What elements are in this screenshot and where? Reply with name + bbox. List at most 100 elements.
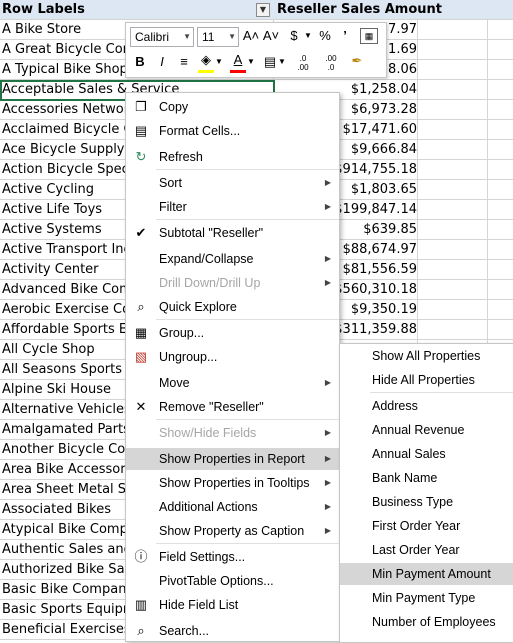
font-color-icon[interactable]: A (230, 51, 246, 69)
value-header[interactable]: Reseller Sales Amount (277, 1, 442, 19)
menu-item[interactable]: Sort ▶ (126, 172, 339, 194)
menu-item-label: Search... (159, 624, 210, 638)
menu-item[interactable]: ▧ Ungroup... (126, 346, 339, 368)
font-size-combo[interactable]: 11 ▼ (197, 27, 239, 47)
submenu-item-label: Show All Properties (372, 349, 481, 363)
format-painter-icon[interactable]: ✒ (348, 52, 366, 70)
menu-item[interactable]: PivotTable Options... (126, 570, 339, 592)
percent-button[interactable]: % (316, 27, 334, 45)
menu-item[interactable]: ❐ Copy (126, 96, 339, 118)
menu-separator (156, 319, 339, 320)
menu-item-label: Quick Explore (159, 300, 237, 314)
submenu-item[interactable]: Hide All Properties (340, 369, 513, 391)
submenu-item[interactable]: Min Payment Amount (340, 563, 513, 585)
italic-button[interactable]: I (154, 53, 170, 71)
submenu-arrow-icon: ▶ (324, 178, 331, 187)
submenu-item-label: Annual Sales (372, 447, 446, 461)
quick-explore-icon: ⌕ (137, 299, 145, 314)
fill-color-swatch (198, 70, 214, 73)
borders-icon[interactable]: ▤ (262, 53, 278, 71)
row-labels-header[interactable]: Row Labels (2, 1, 272, 19)
ungroup-icon: ▧ (134, 349, 148, 364)
menu-item[interactable]: ✕ Remove "Reseller" (126, 396, 339, 418)
menu-item-label: PivotTable Options... (159, 574, 274, 588)
menu-item[interactable]: Show Properties in Tooltips ▶ (126, 472, 339, 494)
menu-item-label: Show Property as Caption (159, 524, 305, 538)
menu-item[interactable]: ▤ Format Cells... (126, 120, 339, 142)
field-settings-icon: ⓘ (134, 549, 148, 564)
submenu-item-label: Bank Name (372, 471, 438, 485)
menu-item-label: Drill Down/Drill Up (159, 276, 261, 290)
chevron-down-icon[interactable]: ▼ (278, 53, 286, 71)
submenu-item[interactable]: Min Payment Type (340, 587, 513, 609)
chevron-down-icon[interactable]: ▼ (304, 27, 312, 45)
menu-item-label: Move (159, 376, 190, 390)
menu-item[interactable]: Filter ▶ (126, 196, 339, 218)
submenu-item[interactable]: Number of Employees (340, 611, 513, 633)
increase-decimal-icon[interactable]: .0.00 (290, 54, 316, 72)
menu-item-label: Sort (159, 176, 182, 190)
filter-dropdown-icon[interactable]: ▼ (256, 3, 270, 17)
menu-item[interactable]: ⓘ Field Settings... (126, 546, 339, 568)
submenu-arrow-icon: ▶ (324, 526, 331, 535)
menu-separator (156, 219, 339, 220)
shrink-font-button[interactable]: A˅ (262, 27, 280, 45)
submenu-item[interactable]: Annual Revenue (340, 419, 513, 441)
menu-item-label: Field Settings... (159, 550, 246, 564)
currency-button[interactable]: $ (284, 27, 304, 45)
font-color-swatch (230, 70, 246, 73)
menu-item-label: Format Cells... (159, 124, 241, 138)
menu-item[interactable]: ▦ Group... (126, 322, 339, 344)
submenu-arrow-icon: ▶ (324, 378, 331, 387)
submenu-item[interactable]: First Order Year (340, 515, 513, 537)
menu-item-label: Remove "Reseller" (159, 400, 264, 414)
copy-icon: ❐ (135, 99, 147, 114)
submenu-item[interactable]: Show All Properties (340, 345, 513, 367)
submenu-item[interactable]: Bank Name (340, 467, 513, 489)
chevron-down-icon[interactable]: ▼ (215, 53, 223, 71)
menu-item-label: Copy (159, 100, 189, 114)
submenu-arrow-icon: ▶ (324, 278, 331, 287)
grow-font-button[interactable]: A˄ (242, 27, 260, 45)
menu-item[interactable]: Show/Hide Fields ▶ (126, 422, 339, 444)
menu-item[interactable]: ▥ Hide Field List (126, 594, 339, 616)
menu-item[interactable]: Additional Actions ▶ (126, 496, 339, 518)
submenu-item-label: Min Payment Amount (372, 567, 491, 581)
comma-style-button[interactable]: ’ (338, 27, 352, 45)
menu-item-label: Group... (159, 326, 205, 340)
mini-toolbar: Calibri ▼ 11 ▼ A˄ A˅ $ ▼ % ’ ▦ B I ≡ ◈ ▼… (125, 22, 387, 78)
submenu-arrow-icon: ▶ (324, 428, 331, 437)
menu-item[interactable]: Show Property as Caption ▶ (126, 520, 339, 542)
fill-color-icon[interactable]: ◈ (198, 51, 214, 69)
menu-item[interactable]: ↻ Refresh (126, 146, 339, 168)
submenu-arrow-icon: ▶ (324, 454, 331, 463)
chevron-down-icon[interactable]: ▼ (247, 53, 255, 71)
submenu-item[interactable]: Last Order Year (340, 539, 513, 561)
menu-item-label: Expand/Collapse (159, 252, 254, 266)
menu-item[interactable]: ⌕ Search... (126, 620, 339, 642)
submenu-item-label: Min Payment Type (372, 591, 476, 605)
chevron-down-icon[interactable]: ▼ (183, 28, 191, 46)
font-name-combo[interactable]: Calibri ▼ (130, 27, 194, 47)
bold-button[interactable]: B (132, 53, 148, 71)
submenu-item[interactable]: Annual Sales (340, 443, 513, 465)
menu-item[interactable]: Expand/Collapse ▶ (126, 248, 339, 270)
submenu-item[interactable]: Address (340, 395, 513, 417)
decrease-decimal-icon[interactable]: .00.0 (318, 54, 344, 72)
menu-item[interactable]: Move ▶ (126, 372, 339, 394)
align-center-icon[interactable]: ≡ (176, 53, 192, 71)
menu-item-label: Ungroup... (159, 350, 218, 364)
menu-item[interactable]: Drill Down/Drill Up ▶ (126, 272, 339, 294)
menu-item-label: Refresh (159, 150, 203, 164)
menu-item-label: Subtotal "Reseller" (159, 226, 264, 240)
submenu-item[interactable]: Business Type (340, 491, 513, 513)
menu-item[interactable]: Show Properties in Report ▶ (126, 448, 339, 470)
refresh-icon: ↻ (135, 149, 147, 164)
font-name-value: Calibri (135, 30, 170, 44)
submenu-arrow-icon: ▶ (324, 254, 331, 263)
menu-item-label: Show/Hide Fields (159, 426, 257, 440)
chevron-down-icon[interactable]: ▼ (228, 28, 236, 46)
format-painter-table-icon[interactable]: ▦ (360, 28, 378, 44)
menu-item[interactable]: ✔ Subtotal "Reseller" (126, 222, 339, 244)
menu-item[interactable]: ⌕ Quick Explore (126, 296, 339, 318)
